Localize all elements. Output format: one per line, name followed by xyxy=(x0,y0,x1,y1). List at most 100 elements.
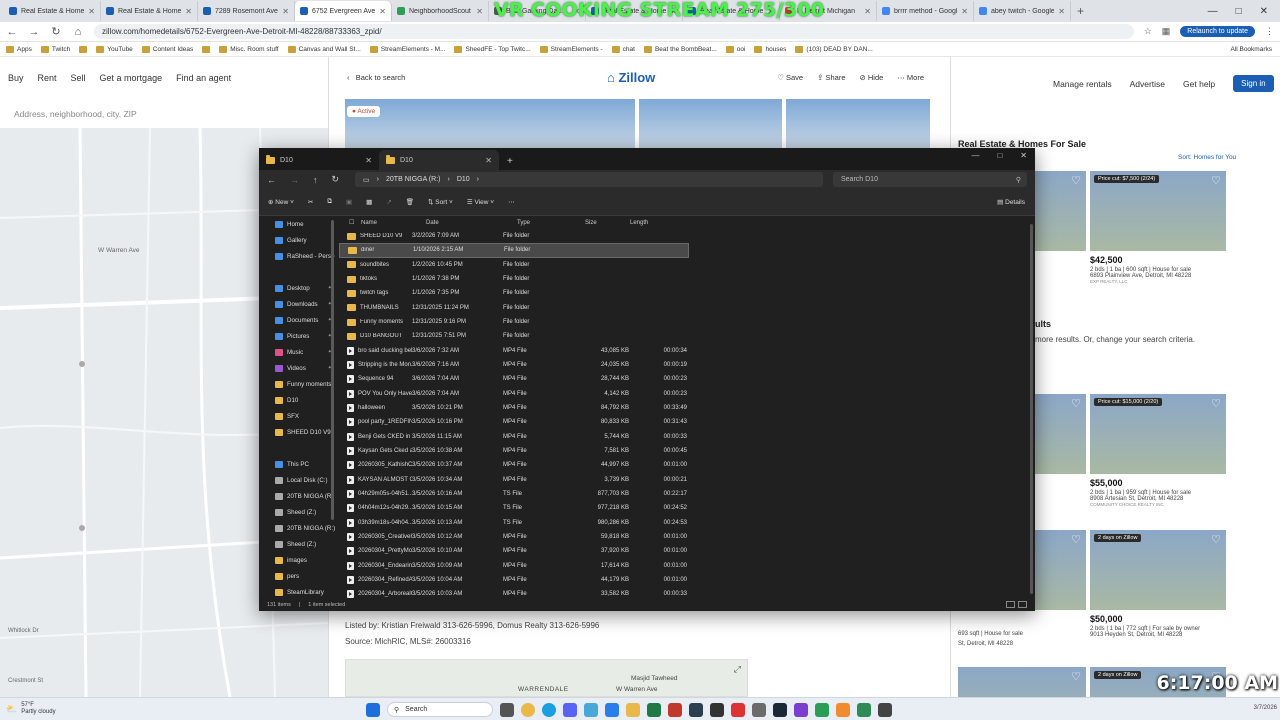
file-row[interactable]: Kaysan Gets Cked an...3/5/2026 10:38 AM M… xyxy=(339,444,1035,458)
close-tab-icon[interactable]: ✕ xyxy=(365,156,372,165)
nav-pane-item[interactable]: Home xyxy=(259,216,336,232)
file-row[interactable]: 20260304_PrettyMol...3/5/2026 10:10 AM MP… xyxy=(339,544,1035,558)
file-row[interactable]: twitch tags 1/1/2026 7:35 PM File folder xyxy=(339,286,1035,300)
zillow-nav-item[interactable]: Rent xyxy=(38,73,57,83)
photo-2[interactable] xyxy=(639,99,782,149)
url-field[interactable]: zillow.com/homedetails/6752-Evergreen-Av… xyxy=(94,24,1134,39)
zillow-right-nav-item[interactable]: Get help xyxy=(1183,79,1215,89)
close-tab-icon[interactable]: ✕ xyxy=(961,7,968,16)
nav-pane-item[interactable]: Sheed (Z:) xyxy=(259,536,336,552)
breadcrumb-folder[interactable]: D10 xyxy=(457,176,470,183)
more-options-icon[interactable]: ⋯ xyxy=(508,198,515,206)
file-row[interactable]: pool party_1REDFIN...3/5/2026 10:16 PM MP… xyxy=(339,415,1035,429)
file-row[interactable]: Funny moments 12/31/2025 9:16 PM File fold… xyxy=(339,315,1035,329)
nav-pane-item[interactable]: pers xyxy=(259,568,336,584)
bookmark-item[interactable]: Twitch xyxy=(40,45,70,53)
bookmark-item[interactable]: Beat the BombBeat... xyxy=(643,45,717,53)
bookmark-item[interactable]: StreamElements - M... xyxy=(369,45,445,53)
sort-dropdown[interactable]: Sort: Homes for You xyxy=(1178,154,1236,161)
nav-pane-item[interactable]: SFX xyxy=(259,408,336,424)
minimize-icon[interactable]: — xyxy=(971,151,979,160)
close-window-icon[interactable]: ✕ xyxy=(1020,151,1027,160)
nav-pane-item[interactable]: RaSheed - Perso xyxy=(259,248,336,264)
nav-pane-item[interactable]: D10 xyxy=(259,392,336,408)
nav-pane-item[interactable]: Documents ✦ xyxy=(259,312,336,328)
back-arrow-icon[interactable]: ← xyxy=(267,175,276,185)
discord-icon[interactable] xyxy=(563,702,577,717)
maximize-icon[interactable]: □ xyxy=(1236,6,1242,17)
file-row[interactable]: 04h04m12s-04h29... 3/5/2026 10:15 AM TS Fi… xyxy=(339,501,1035,515)
app-icon[interactable] xyxy=(584,702,598,717)
menu-icon[interactable]: ⋮ xyxy=(1265,26,1274,37)
new-button[interactable]: ⊕ New ˅ xyxy=(268,198,294,206)
column-length[interactable]: Length xyxy=(630,220,648,226)
close-tab-icon[interactable]: ✕ xyxy=(1058,7,1065,16)
file-row[interactable]: 20260304_ArborealC...3/5/2026 10:03 AM MP… xyxy=(339,587,1035,598)
sort-button[interactable]: ⇅ Sort ˅ xyxy=(428,198,453,206)
heart-icon[interactable]: ♡ xyxy=(1071,670,1081,683)
file-row[interactable]: 20260304_Endearing...3/5/2026 10:09 AM MP… xyxy=(339,559,1035,573)
heart-icon[interactable]: ♡ xyxy=(1071,397,1081,410)
heart-icon[interactable]: ♡ xyxy=(1211,174,1221,187)
file-row[interactable]: 20260304_RefinedA... 3/5/2026 10:04 AM MP4… xyxy=(339,573,1035,587)
nav-pane-item[interactable]: Downloads ✦ xyxy=(259,296,336,312)
excel-icon[interactable] xyxy=(647,702,661,717)
steam-icon[interactable] xyxy=(773,702,787,717)
app-icon-6[interactable] xyxy=(878,702,892,717)
listing-photo[interactable]: Price cut: $7,500 (2/24) ♡ xyxy=(1090,171,1226,251)
app-icon-5[interactable] xyxy=(857,702,871,717)
up-arrow-icon[interactable]: ↑ xyxy=(313,175,318,185)
column-name[interactable]: Name xyxy=(361,220,426,226)
nav-pane-item[interactable]: 20TB NIGGA (R xyxy=(259,488,336,504)
mail-icon[interactable] xyxy=(605,702,619,717)
details-pane-button[interactable]: ▤ Details xyxy=(997,198,1025,206)
share-icon[interactable]: ↗ xyxy=(386,198,391,206)
forward-arrow-icon[interactable]: → xyxy=(28,26,40,38)
close-tab-icon[interactable]: ✕ xyxy=(379,7,386,16)
zillow-nav-item[interactable]: Find an agent xyxy=(176,73,231,83)
app-icon-4[interactable] xyxy=(815,702,829,717)
star-icon[interactable]: ☆ xyxy=(1144,26,1152,37)
edge-icon[interactable] xyxy=(542,702,556,717)
detail-action-hide-button[interactable]: ⊘ Hide xyxy=(860,73,884,82)
nav-pane-item[interactable]: Pictures ✦ xyxy=(259,328,336,344)
view-button[interactable]: ☰ View ˅ xyxy=(467,198,494,206)
sign-in-button[interactable]: Sign in xyxy=(1233,75,1274,92)
file-row[interactable]: KAYSAN ALMOST GE...3/5/2026 10:34 AM MP4 … xyxy=(339,473,1035,487)
minimize-icon[interactable]: — xyxy=(1208,6,1218,17)
detail-action-save-button[interactable]: ♡ Save xyxy=(777,73,803,82)
metamask-icon[interactable] xyxy=(836,702,850,717)
bookmark-item[interactable]: YouTube xyxy=(96,45,133,53)
file-row[interactable]: 03h39m18s-04h04... 3/5/2026 10:13 AM TS Fi… xyxy=(339,516,1035,530)
nav-pane-item[interactable]: Desktop ✦ xyxy=(259,280,336,296)
location-minimap[interactable]: WARRENDALE W Warren Ave Masjid Tawheed ⤢ xyxy=(345,659,748,697)
nav-pane-item[interactable]: Sheed (Z:) xyxy=(259,504,336,520)
breadcrumb-drive[interactable]: 20TB NIGGA (R:) xyxy=(386,176,440,183)
bookmark-item[interactable]: StreamElements - xyxy=(539,45,603,53)
explorer-search-input[interactable]: Search D10 ⚲ xyxy=(833,172,1027,187)
heart-icon[interactable]: ♡ xyxy=(1071,533,1081,546)
zillow-logo[interactable]: ⌂ Zillow xyxy=(607,70,655,85)
main-photo[interactable] xyxy=(345,99,635,149)
close-tab-icon[interactable]: ✕ xyxy=(88,7,95,16)
file-explorer-icon[interactable] xyxy=(626,702,640,717)
close-window-icon[interactable]: ✕ xyxy=(1260,6,1268,17)
nav-pane-item[interactable]: Funny moments xyxy=(259,376,336,392)
detail-action-share-button[interactable]: ⇪ Share xyxy=(817,73,845,82)
back-to-search-link[interactable]: ‹ Back to search xyxy=(347,73,405,82)
zillow-search-input[interactable]: Address, neighborhood, city, ZIP xyxy=(14,109,137,119)
file-row[interactable]: Stripping is the Mon... 3/6/2026 7:16 AM M… xyxy=(339,358,1035,372)
expand-map-icon[interactable]: ⤢ xyxy=(734,664,741,675)
listing-photo[interactable]: 2 days on Zillow ♡ xyxy=(1090,530,1226,610)
close-tab-icon[interactable]: ✕ xyxy=(864,7,871,16)
task-view-icon[interactable] xyxy=(500,702,514,717)
bookmark-item[interactable]: houses xyxy=(754,45,786,53)
browser-tab[interactable]: brrrr method - Google ✕ xyxy=(877,1,974,21)
file-row[interactable]: tiktoks 1/1/2026 7:38 PM File folder xyxy=(339,272,1035,286)
photo-3[interactable] xyxy=(786,99,930,149)
start-icon[interactable] xyxy=(366,702,380,717)
file-row[interactable]: POV You Only Have ...3/6/2026 7:04 AM MP4… xyxy=(339,387,1035,401)
chrome-icon[interactable] xyxy=(521,702,535,717)
forward-arrow-icon[interactable]: → xyxy=(290,175,299,185)
app-icon-2[interactable] xyxy=(752,702,766,717)
